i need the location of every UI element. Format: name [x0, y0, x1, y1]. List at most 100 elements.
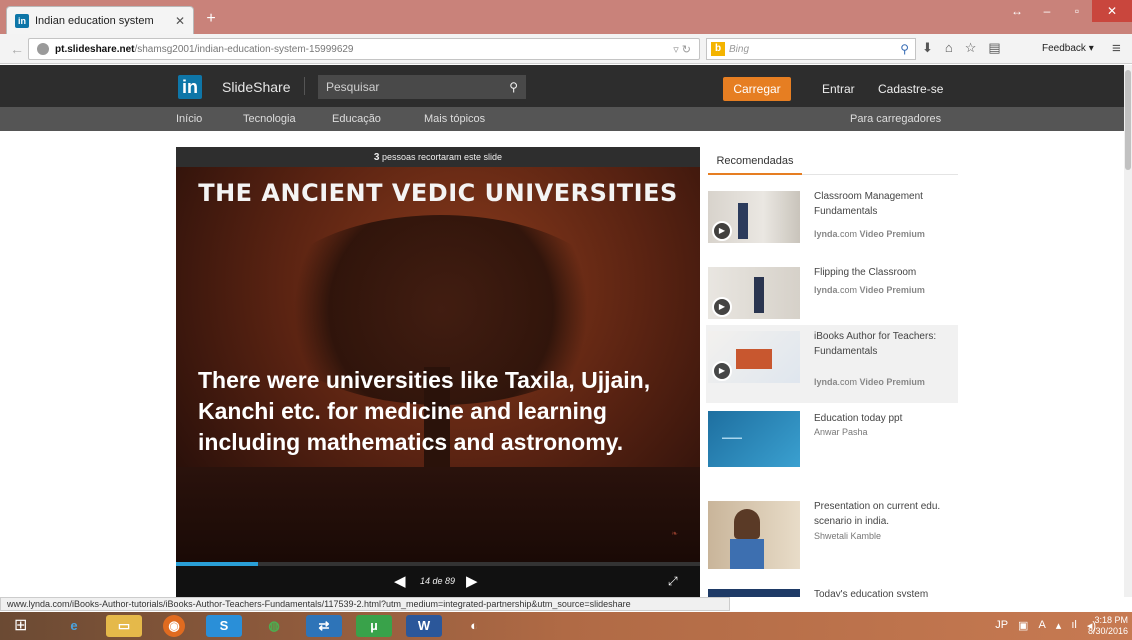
header-divider [304, 77, 305, 95]
rec-title: Today's education system [814, 589, 929, 597]
browser-tab[interactable]: in Indian education system ✕ [6, 6, 194, 34]
nav-item-home[interactable]: Início [176, 113, 202, 125]
globe-icon [37, 43, 49, 55]
rec-author: Shwetali Kamble [814, 531, 882, 541]
browser-search-bar[interactable]: b Bing ⚲ [706, 38, 916, 60]
close-tab-icon[interactable]: ✕ [175, 14, 185, 28]
taskbar-clock[interactable]: 3:18 PM 8/30/2016 [1088, 615, 1128, 637]
nav-item-technology[interactable]: Tecnologia [243, 113, 296, 125]
list-item[interactable]: Today's education system [706, 583, 958, 597]
clip-banner: 3 pessoas recortaram este slide [176, 147, 700, 167]
file-explorer-icon[interactable]: ▭ [106, 615, 142, 637]
close-window-icon[interactable]: ✕ [1092, 0, 1132, 22]
search-icon[interactable]: ⚲ [509, 80, 518, 94]
list-item[interactable]: Presentation on current edu. scenario in… [706, 495, 958, 573]
video-thumbnail[interactable]: ▶ [708, 331, 800, 383]
windows-taskbar: ⊞ e ▭ ◉ S ◍ ⇄ µ W ◐ JP ▣ A ▴ ıl ◂) 3:18 … [0, 612, 1132, 640]
teamviewer-icon[interactable]: ⇄ [306, 615, 342, 637]
video-thumbnail[interactable]: ▶ [708, 267, 800, 319]
restore-icon[interactable]: ↔ [1002, 0, 1032, 22]
linkedin-logo-icon[interactable]: in [178, 75, 202, 99]
rec-title: Education today ppt [814, 413, 903, 424]
window-controls: ↔ – ▫ ✕ [1002, 0, 1132, 22]
slide-thumbnail[interactable] [708, 589, 800, 597]
input-mode-icon[interactable]: A [1038, 619, 1045, 632]
web-page: in SlideShare Pesquisar ⚲ Carregar Entra… [0, 65, 1124, 597]
list-item[interactable]: ▬▬▬▬ Education today ppt Anwar Pasha [706, 407, 958, 485]
site-search-input[interactable]: Pesquisar ⚲ [318, 75, 526, 99]
url-path: /shamsg2001/indian-education-system-1599… [134, 43, 354, 55]
student-figure [734, 509, 760, 539]
address-bar[interactable]: pt.slideshare.net /shamsg2001/indian-edu… [28, 38, 700, 60]
firefox-icon[interactable]: ◉ [163, 615, 185, 637]
reading-list-icon[interactable]: ▤ [988, 40, 1000, 56]
signup-link[interactable]: Cadastre-se [878, 82, 943, 96]
windows-start-icon[interactable]: ⊞ [14, 618, 32, 634]
recommendations-header: Recomendadas [708, 149, 958, 175]
site-search-placeholder: Pesquisar [326, 80, 380, 94]
utorrent-icon[interactable]: µ [356, 615, 392, 637]
slide-thumbnail[interactable] [708, 501, 800, 569]
word-icon[interactable]: W [406, 615, 442, 637]
minimize-icon[interactable]: – [1032, 0, 1062, 22]
tab-title: Indian education system [35, 14, 154, 27]
skype-icon[interactable]: S [206, 615, 242, 637]
tab-recommended[interactable]: Recomendadas [708, 155, 802, 175]
bing-icon[interactable]: b [711, 42, 725, 56]
network-icon[interactable]: ıl [1071, 619, 1077, 632]
fullscreen-icon[interactable]: ⤢ [668, 574, 678, 589]
clip-count: 3 [373, 152, 380, 163]
toolbar-icons: ⬇ ⌂ ☆ ▤ [922, 40, 1001, 56]
slideshare-header: in SlideShare Pesquisar ⚲ Carregar Entra… [0, 65, 1124, 107]
search-icon[interactable]: ⚲ [900, 42, 909, 56]
slide-page-counter: 14 de 89 [420, 576, 456, 586]
language-icon[interactable]: JP [995, 619, 1008, 632]
download-icon[interactable]: ⬇ [922, 40, 933, 56]
reload-icon[interactable]: ▿ ↻ [673, 43, 691, 56]
slide-thumbnail[interactable]: ▬▬▬▬ [708, 411, 800, 467]
nav-item-more-topics[interactable]: Mais tópicos [424, 113, 485, 125]
new-tab-icon[interactable]: + [200, 10, 222, 28]
clock-time: 3:18 PM [1094, 615, 1128, 625]
presenter-figure [738, 203, 748, 239]
list-item[interactable]: ▶ Classroom Management Fundamentals lynd… [706, 185, 958, 263]
hamburger-menu-icon[interactable]: ≡ [1112, 40, 1121, 57]
uploaders-link[interactable]: Para carregadores [850, 113, 941, 125]
media-icon[interactable]: ◐ [456, 615, 492, 637]
back-arrow-icon[interactable]: ← [6, 38, 28, 60]
thumbnail-mini-title: ▬▬▬▬ [722, 435, 742, 441]
previous-slide-icon[interactable]: ◀ [394, 572, 406, 590]
list-item[interactable]: ▶ iBooks Author for Teachers: Fundamenta… [706, 325, 958, 403]
rec-source: lynda.com Video Premium [814, 377, 925, 387]
slide-controls: ◀ 14 de 89 ▶ ⤢ [176, 566, 700, 597]
show-hidden-icons-icon[interactable]: ▴ [1056, 619, 1062, 632]
star-icon[interactable]: ☆ [965, 40, 977, 56]
slide-viewer: 3 pessoas recortaram este slide THE ANCI… [176, 147, 700, 597]
play-icon: ▶ [712, 221, 732, 241]
internet-explorer-icon[interactable]: e [56, 615, 92, 637]
slideshare-brand[interactable]: SlideShare [222, 79, 291, 95]
rec-source: lynda.com Video Premium [814, 229, 925, 239]
upload-button[interactable]: Carregar [723, 77, 791, 101]
home-icon[interactable]: ⌂ [945, 40, 953, 56]
login-link[interactable]: Entrar [822, 82, 855, 96]
rec-title: Flipping the Classroom [814, 267, 917, 278]
chrome-icon[interactable]: ◍ [256, 615, 292, 637]
slide-ground [176, 467, 700, 562]
play-icon: ▶ [712, 297, 732, 317]
slide-title: THE ANCIENT VEDIC UNIVERSITIES [198, 179, 678, 207]
video-thumbnail[interactable]: ▶ [708, 191, 800, 243]
clip-text: pessoas recortaram este slide [382, 152, 503, 162]
rec-author: Anwar Pasha [814, 427, 868, 437]
books-graphic [730, 539, 764, 569]
feedback-button[interactable]: Feedback ▾ [1042, 43, 1094, 54]
nav-item-education[interactable]: Educação [332, 113, 381, 125]
clock-date: 8/30/2016 [1087, 626, 1128, 636]
ime-icon[interactable]: ▣ [1018, 619, 1028, 632]
maximize-icon[interactable]: ▫ [1062, 0, 1092, 22]
scrollbar-thumb[interactable] [1125, 70, 1131, 170]
rec-title: Classroom Management Fundamentals [814, 191, 923, 217]
status-url: www.lynda.com/iBooks-Author-tutorials/iB… [0, 597, 730, 611]
slide-image[interactable]: THE ANCIENT VEDIC UNIVERSITIES There wer… [176, 167, 700, 562]
next-slide-icon[interactable]: ▶ [466, 572, 478, 590]
